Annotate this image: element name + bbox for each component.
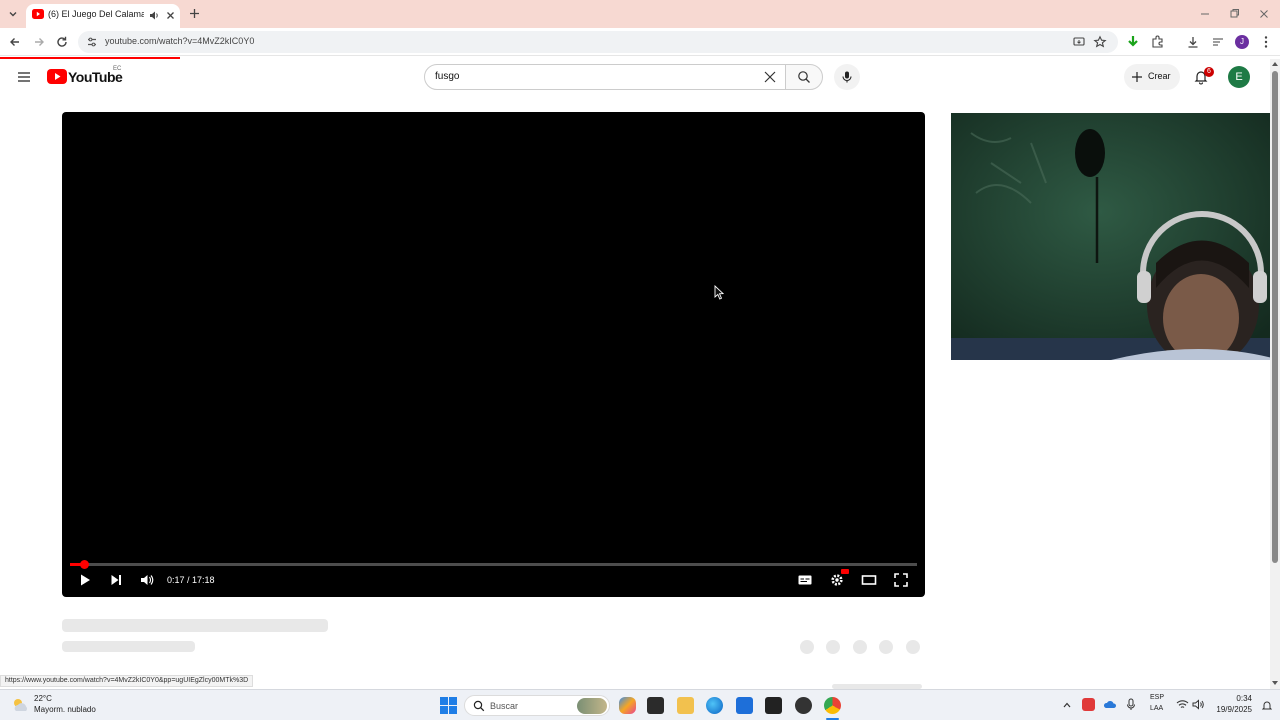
new-tab-icon[interactable] bbox=[188, 7, 201, 20]
language-indicator[interactable]: ESP bbox=[1150, 694, 1164, 701]
action-placeholder bbox=[853, 640, 867, 654]
reload-icon[interactable] bbox=[54, 34, 70, 50]
scrollbar-thumb[interactable] bbox=[1272, 71, 1278, 563]
microphone-icon bbox=[840, 70, 854, 84]
scroll-down-icon[interactable] bbox=[1271, 679, 1279, 687]
epic-games-icon[interactable] bbox=[765, 697, 782, 714]
store-app-icon[interactable] bbox=[736, 697, 753, 714]
terminal-app-icon[interactable] bbox=[647, 697, 664, 714]
url-text: youtube.com/watch?v=4MvZ2kIC0Y0 bbox=[105, 36, 255, 46]
action-placeholder bbox=[826, 640, 840, 654]
weather-temperature[interactable]: 22°C bbox=[34, 694, 52, 703]
progress-bar[interactable] bbox=[70, 560, 917, 569]
windows-start-icon[interactable] bbox=[440, 697, 457, 714]
mouse-cursor-icon bbox=[714, 285, 724, 300]
voice-search-button[interactable] bbox=[834, 64, 860, 90]
taskbar-search-icon bbox=[473, 700, 485, 712]
forward-icon[interactable] bbox=[31, 34, 47, 50]
extensions-icon[interactable] bbox=[1150, 34, 1166, 50]
wifi-icon[interactable] bbox=[1176, 699, 1189, 710]
speaker-icon[interactable] bbox=[1192, 699, 1205, 710]
youtube-masthead: YouTube EC fusgo Crear 6 E bbox=[0, 59, 1270, 97]
tab-close-icon[interactable] bbox=[165, 10, 176, 21]
guide-menu-icon[interactable] bbox=[16, 69, 32, 85]
youtube-favicon-icon bbox=[32, 9, 44, 19]
tray-app-icon[interactable] bbox=[1082, 698, 1095, 711]
taskbar-search-label: Buscar bbox=[490, 701, 519, 711]
subtitles-icon[interactable] bbox=[797, 572, 813, 588]
clock-date[interactable]: 19/9/2025 bbox=[1208, 705, 1252, 714]
search-button[interactable] bbox=[785, 64, 823, 90]
title-placeholder bbox=[62, 619, 328, 632]
notifications-icon[interactable] bbox=[1262, 700, 1272, 711]
time-display: 0:17 / 17:18 bbox=[167, 575, 215, 585]
file-explorer-icon[interactable] bbox=[677, 697, 694, 714]
taskbar-search[interactable]: Buscar bbox=[464, 695, 610, 716]
action-placeholder bbox=[879, 640, 893, 654]
scrubber-handle[interactable] bbox=[79, 560, 89, 569]
notification-count-badge: 6 bbox=[1204, 67, 1214, 77]
volume-icon[interactable] bbox=[139, 572, 155, 588]
plus-icon bbox=[1131, 71, 1143, 83]
tab-strip: (6) El Juego Del Calamar en bbox=[0, 0, 1280, 28]
keyboard-layout-indicator[interactable]: LAA bbox=[1150, 705, 1163, 712]
scroll-up-icon[interactable] bbox=[1271, 60, 1279, 68]
youtube-logo-icon[interactable] bbox=[47, 69, 67, 84]
video-player[interactable]: 0:17 / 17:18 bbox=[62, 112, 925, 597]
clock-time[interactable]: 0:34 bbox=[1208, 694, 1252, 703]
create-button[interactable]: Crear bbox=[1124, 64, 1180, 90]
tab-search-chevron-icon[interactable] bbox=[7, 8, 19, 20]
country-code: EC bbox=[113, 66, 122, 72]
onedrive-icon[interactable] bbox=[1103, 699, 1117, 709]
page-scrollbar[interactable] bbox=[1270, 59, 1280, 689]
windows-taskbar: 22°C Mayorm. nublado Buscar ESP LAA 0:34… bbox=[0, 689, 1280, 720]
weather-description[interactable]: Mayorm. nublado bbox=[34, 705, 96, 714]
copilot-app-icon[interactable] bbox=[619, 697, 636, 714]
fullscreen-icon[interactable] bbox=[893, 572, 909, 588]
hd-badge bbox=[841, 569, 849, 574]
play-icon[interactable] bbox=[77, 572, 93, 588]
download-extension-icon[interactable] bbox=[1125, 34, 1141, 50]
next-video-icon[interactable] bbox=[108, 572, 124, 588]
search-input[interactable]: fusgo bbox=[424, 64, 786, 90]
webcam-overlay bbox=[951, 113, 1280, 360]
minimize-icon[interactable] bbox=[1197, 6, 1213, 22]
back-icon[interactable] bbox=[7, 34, 23, 50]
browser-menu-icon[interactable] bbox=[1258, 34, 1274, 50]
profile-avatar-icon[interactable]: J bbox=[1235, 35, 1249, 49]
account-avatar[interactable]: E bbox=[1228, 66, 1250, 88]
tab-audio-icon[interactable] bbox=[149, 10, 160, 21]
bookmark-star-icon[interactable] bbox=[1093, 35, 1107, 49]
site-info-icon[interactable] bbox=[86, 36, 98, 48]
microphone-tray-icon[interactable] bbox=[1125, 698, 1137, 711]
tray-overflow-icon[interactable] bbox=[1062, 700, 1072, 710]
search-highlight-icon bbox=[577, 698, 607, 714]
weather-cloud-icon[interactable] bbox=[10, 697, 30, 713]
close-window-icon[interactable] bbox=[1256, 6, 1272, 22]
search-icon bbox=[797, 70, 811, 84]
action-placeholder bbox=[800, 640, 814, 654]
tab-title: (6) El Juego Del Calamar en bbox=[48, 9, 144, 19]
channel-placeholder bbox=[62, 641, 195, 652]
browser-toolbar: youtube.com/watch?v=4MvZ2kIC0Y0 J bbox=[0, 28, 1280, 56]
webcam-feed-image bbox=[951, 113, 1280, 360]
recording-app-icon[interactable] bbox=[795, 697, 812, 714]
create-label: Crear bbox=[1148, 71, 1171, 81]
clear-search-icon[interactable] bbox=[763, 70, 777, 84]
search-value: fusgo bbox=[435, 71, 460, 82]
reading-list-icon[interactable] bbox=[1210, 34, 1226, 50]
link-status-bubble: https://www.youtube.com/watch?v=4MvZ2kIC… bbox=[0, 675, 254, 687]
edge-browser-icon[interactable] bbox=[706, 697, 723, 714]
install-app-icon[interactable] bbox=[1072, 35, 1086, 49]
chrome-browser-icon[interactable] bbox=[824, 697, 841, 714]
address-bar[interactable]: youtube.com/watch?v=4MvZ2kIC0Y0 bbox=[78, 31, 1118, 53]
theater-mode-icon[interactable] bbox=[861, 572, 877, 588]
browser-tab[interactable]: (6) El Juego Del Calamar en bbox=[26, 4, 180, 28]
restore-icon[interactable] bbox=[1226, 6, 1242, 22]
downloads-icon[interactable] bbox=[1185, 34, 1201, 50]
action-placeholder bbox=[906, 640, 920, 654]
settings-gear-icon[interactable] bbox=[829, 572, 845, 588]
